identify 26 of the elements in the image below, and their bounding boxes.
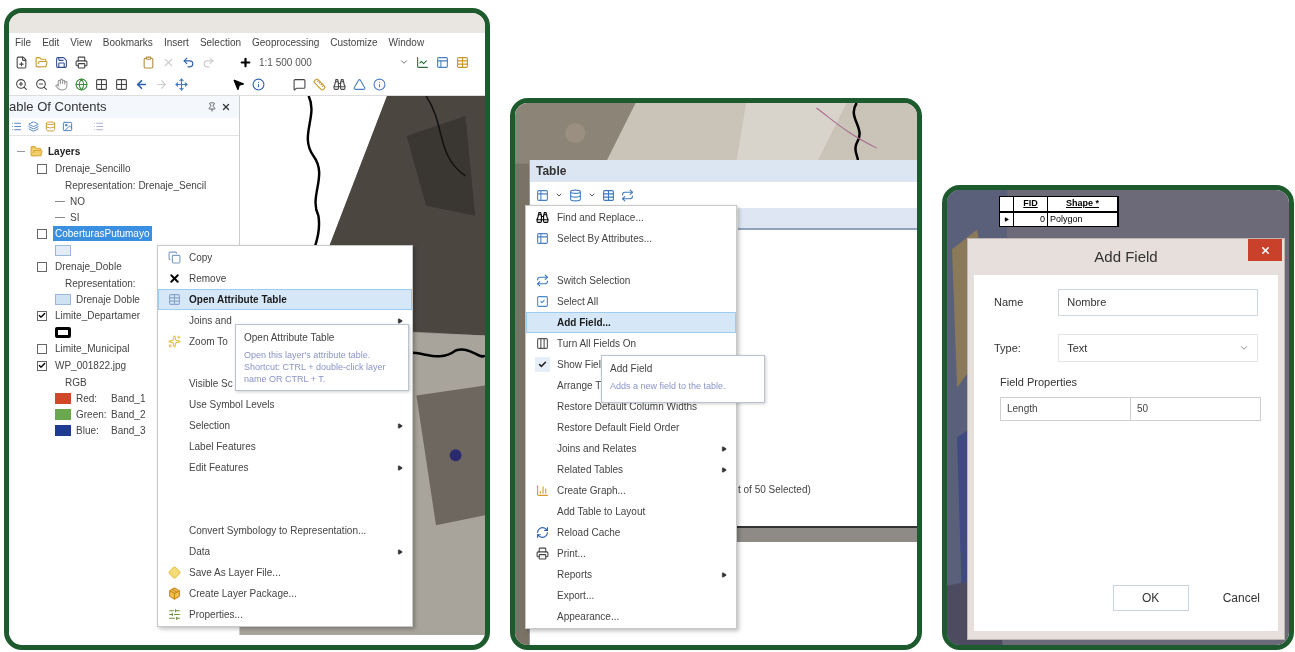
legend-label: Representation: Drenaje_Sencil [64,178,207,193]
legend-label: SI [70,210,80,225]
band-name: Band_2 [111,407,146,422]
legend-label: NO [70,194,85,209]
field-label: Type: [994,340,1022,356]
legend-label: Drenaje Doble [76,292,140,307]
legend-label: Representation: [64,276,136,291]
section-title: Field Properties [1000,375,1079,390]
tooltip-title: Open Attribute Table [244,331,336,345]
band-color: Green: [76,407,106,422]
table-cell: 0 [1014,212,1048,226]
band-name: Band_1 [111,391,146,406]
dialog-title: Add Field [1094,246,1158,267]
legend-label: RGB [64,375,87,390]
band-color: Red: [76,391,99,406]
tooltip-text: Open this layer's attribute table. Shortcut: CTRL + double-click layer name OR CTRL + T. [244,349,387,385]
field-label: Name [994,295,1025,311]
property-name: Length [1001,397,1131,420]
tooltip-title: Add Field [610,362,654,376]
panel-title: able Of Contents [9,98,107,117]
tooltip-text: Adds a new field to the table. [610,380,727,392]
selection-count: t of 50 Selected) [738,483,811,497]
window-title: Table [530,160,917,182]
band-color: Blue: [76,423,100,438]
band-name: Band_3 [111,423,146,438]
table-cell: Polygon [1048,212,1118,226]
